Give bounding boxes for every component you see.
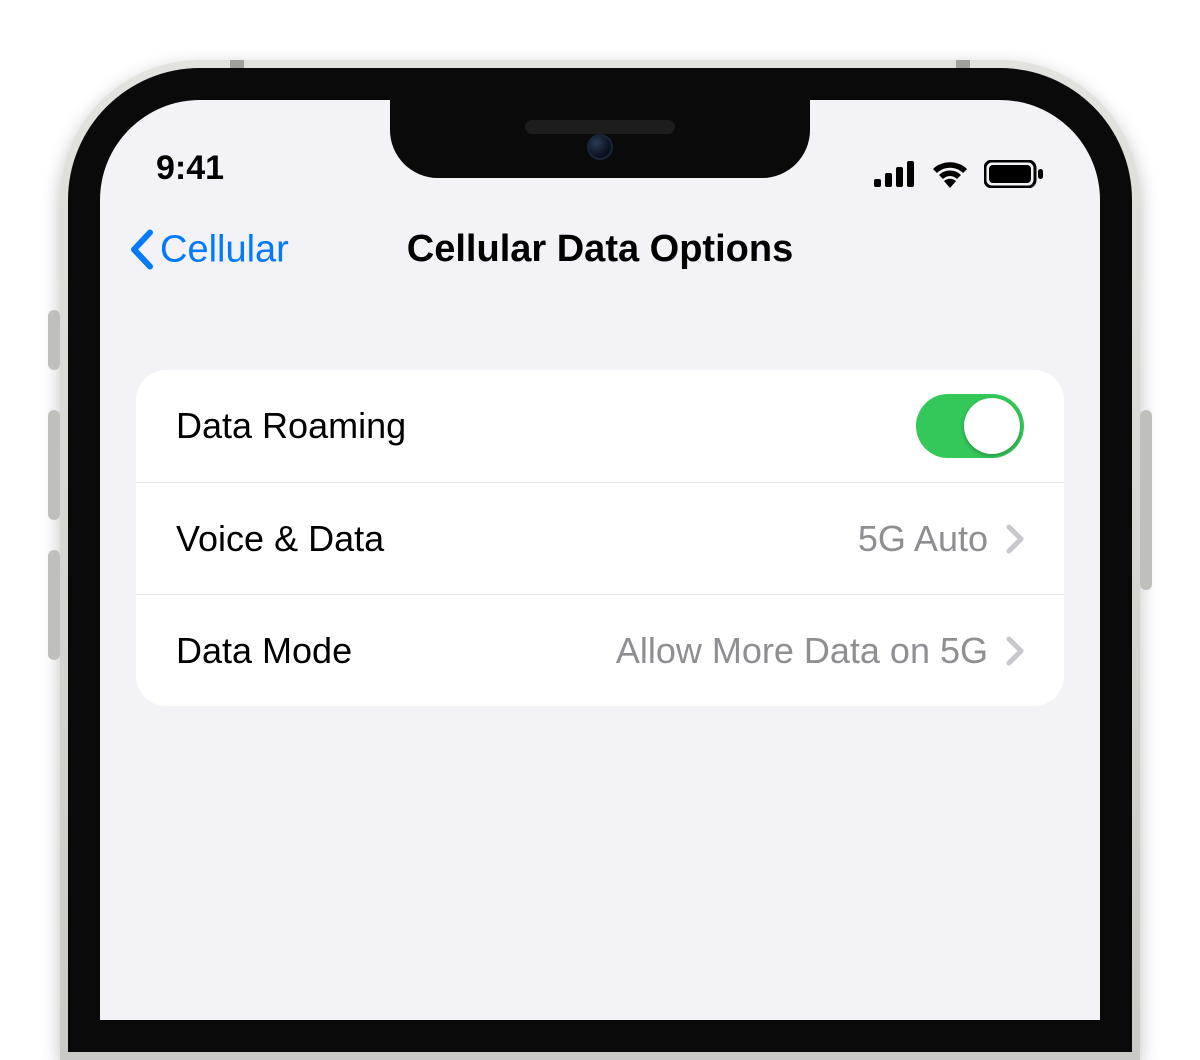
row-data-mode[interactable]: Data Mode Allow More Data on 5G	[136, 594, 1064, 706]
status-time: 9:41	[156, 149, 356, 188]
cellular-signal-icon	[874, 161, 916, 187]
navigation-bar: Cellular Cellular Data Options	[100, 200, 1100, 300]
phone-screen: 9:41	[100, 100, 1100, 1020]
mute-switch	[48, 310, 60, 370]
chevron-right-icon	[1006, 524, 1024, 554]
earpiece-speaker	[525, 120, 675, 134]
display-notch	[390, 100, 810, 178]
wifi-icon	[930, 160, 970, 188]
volume-down-button	[48, 550, 60, 660]
row-label: Data Mode	[176, 630, 352, 672]
toggle-knob	[964, 398, 1020, 454]
row-voice-and-data[interactable]: Voice & Data 5G Auto	[136, 482, 1064, 594]
front-camera	[587, 134, 613, 160]
row-value: 5G Auto	[858, 518, 988, 560]
row-label: Data Roaming	[176, 405, 406, 447]
battery-icon	[984, 160, 1044, 188]
back-button[interactable]: Cellular	[128, 228, 289, 271]
settings-list: Data Roaming Voice & Data 5G Auto	[136, 370, 1064, 706]
phone-device-frame: 9:41	[60, 60, 1140, 1060]
data-roaming-toggle[interactable]	[916, 394, 1024, 458]
chevron-right-icon	[1006, 636, 1024, 666]
row-label: Voice & Data	[176, 518, 384, 560]
volume-up-button	[48, 410, 60, 520]
power-button	[1140, 410, 1152, 590]
row-data-roaming[interactable]: Data Roaming	[136, 370, 1064, 482]
chevron-left-icon	[128, 229, 156, 271]
status-right-cluster	[874, 160, 1044, 188]
row-value: Allow More Data on 5G	[616, 630, 988, 672]
back-label: Cellular	[160, 228, 289, 271]
